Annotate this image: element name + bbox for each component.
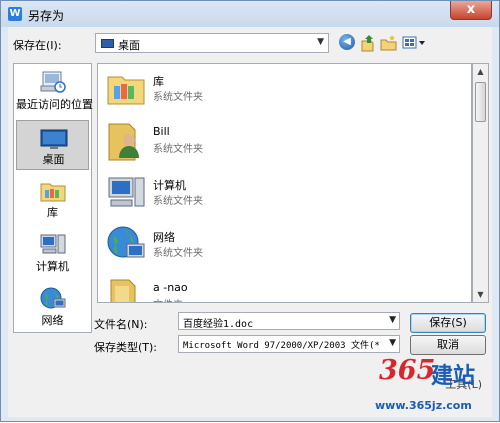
filename-value: 百度经验1.doc xyxy=(183,319,254,330)
list-item[interactable]: Bill 系统文件夹 xyxy=(103,118,463,168)
places-bar: 最近访问的位置 桌面 库 计算机 网络 xyxy=(13,63,93,333)
file-type: 系统文件夹 xyxy=(153,196,203,207)
save-in-combo[interactable]: 桌面 ▼ xyxy=(95,33,329,53)
computer-icon xyxy=(105,172,147,214)
network-icon xyxy=(105,224,147,266)
watermark-zhan: 建站 xyxy=(431,364,476,389)
watermark-url: www.365jz.com xyxy=(375,399,472,412)
filetype-value: Microsoft Word 97/2000/XP/2003 文件(* xyxy=(183,341,380,351)
recent-places-icon xyxy=(39,70,67,96)
chevron-down-icon[interactable]: ▼ xyxy=(387,338,396,348)
cancel-button[interactable]: 取消 xyxy=(410,335,486,355)
place-computer-label: 计算机 xyxy=(36,260,69,273)
libraries-icon xyxy=(39,178,67,204)
file-list: 库 系统文件夹 Bill 系统文件夹 计算机 系统文件夹 网络 系统文件夹 a … xyxy=(97,63,472,303)
filename-input[interactable]: 百度经验1.doc ▼ xyxy=(178,312,400,330)
user-folder-icon xyxy=(105,120,147,162)
back-icon[interactable]: ◀ xyxy=(339,34,355,50)
view-menu-icon[interactable] xyxy=(402,34,426,52)
file-type: 系统文件夹 xyxy=(153,248,203,259)
close-button[interactable]: x xyxy=(450,1,492,20)
site-watermark: 365 建站 www.365jz.com xyxy=(371,355,500,423)
place-network[interactable]: 网络 xyxy=(16,282,89,332)
title-bar[interactable]: W 另存为 x xyxy=(1,1,499,27)
file-name: 网络 xyxy=(153,231,175,244)
save-in-label: 保存在(I): xyxy=(13,39,62,52)
word-app-icon: W xyxy=(8,7,22,21)
list-item[interactable]: 计算机 系统文件夹 xyxy=(103,170,463,220)
file-name: a -nao xyxy=(153,281,188,294)
chevron-down-icon[interactable]: ▼ xyxy=(317,37,324,47)
desktop-icon xyxy=(40,125,68,151)
place-libraries[interactable]: 库 xyxy=(16,174,89,224)
place-network-label: 网络 xyxy=(41,314,64,327)
list-item[interactable]: 库 系统文件夹 xyxy=(103,66,463,116)
file-name: 库 xyxy=(153,75,164,88)
filetype-select[interactable]: Microsoft Word 97/2000/XP/2003 文件(* ▼ xyxy=(178,335,400,353)
network-icon xyxy=(39,286,67,312)
file-name: 计算机 xyxy=(153,179,186,192)
place-libraries-label: 库 xyxy=(47,206,58,219)
place-computer[interactable]: 计算机 xyxy=(16,228,89,278)
window-title: 另存为 xyxy=(28,9,65,23)
save-button[interactable]: 保存(S) xyxy=(410,313,486,333)
scroll-down-icon[interactable]: ▼ xyxy=(473,287,488,302)
file-list-scrollbar[interactable]: ▲ ▼ xyxy=(472,63,489,303)
folder-icon xyxy=(105,276,147,302)
file-type: 系统文件夹 xyxy=(153,92,203,103)
place-recent[interactable]: 最近访问的位置 xyxy=(16,66,93,116)
new-folder-icon[interactable] xyxy=(380,34,398,52)
scroll-up-icon[interactable]: ▲ xyxy=(473,64,488,79)
file-type: 系统文件夹 xyxy=(153,144,203,155)
list-item[interactable]: 网络 系统文件夹 xyxy=(103,222,463,272)
up-folder-icon[interactable] xyxy=(360,34,376,52)
computer-icon xyxy=(39,232,67,258)
chevron-down-icon[interactable]: ▼ xyxy=(387,315,396,325)
filetype-label: 保存类型(T): xyxy=(94,341,158,354)
filename-label: 文件名(N): xyxy=(94,318,148,331)
libraries-icon xyxy=(105,68,147,110)
list-item[interactable]: a -nao 文件夹 xyxy=(103,274,463,302)
place-desktop-label: 桌面 xyxy=(42,153,65,166)
file-name: Bill xyxy=(153,125,170,138)
watermark-brand: 365 xyxy=(379,355,436,386)
place-desktop[interactable]: 桌面 xyxy=(16,120,89,170)
desktop-icon xyxy=(101,39,114,48)
scroll-thumb[interactable] xyxy=(475,82,486,122)
save-as-dialog: W 另存为 x 保存在(I): 桌面 ▼ ◀ 最近访问的位置 桌面 库 计算机 … xyxy=(0,0,500,422)
place-recent-label: 最近访问的位置 xyxy=(16,98,93,111)
file-type: 文件夹 xyxy=(153,296,183,302)
save-in-value: 桌面 xyxy=(118,39,140,52)
